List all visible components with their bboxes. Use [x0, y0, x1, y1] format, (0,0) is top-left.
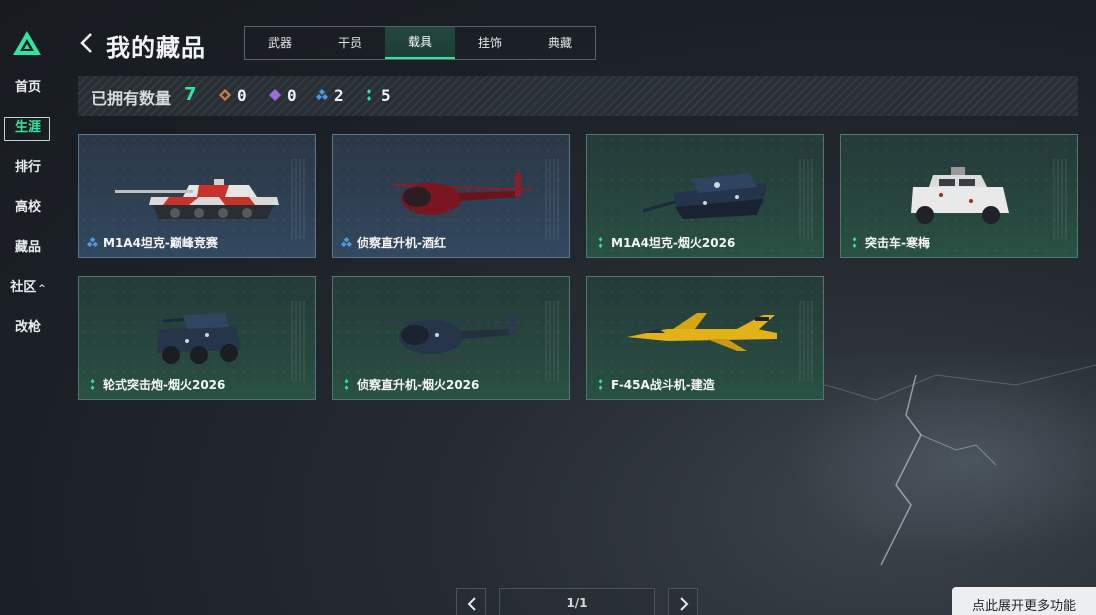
card-label: 轮式突击炮-烟火2026	[87, 376, 225, 393]
collection-card[interactable]: F-45A战斗机-建造	[586, 276, 824, 400]
card-label: M1A4坦克-巅峰竞赛	[87, 234, 218, 251]
sidebar-item-community-label: 社区	[10, 280, 37, 295]
card-label: 突击车-寒梅	[849, 234, 930, 251]
chevron-left-icon	[467, 597, 476, 611]
rarity-count-value: 5	[381, 85, 391, 105]
app-logo-icon[interactable]	[12, 30, 42, 56]
blue-diamond-icon	[341, 237, 352, 248]
tab-weapons[interactable]: 武器	[245, 27, 315, 59]
chevron-up-icon: ^	[38, 284, 46, 294]
card-name: 突击车-寒梅	[865, 236, 930, 250]
blue-diamond-icon	[316, 89, 328, 100]
red-white-tank-image	[109, 179, 279, 219]
owned-count-bar: 已拥有数量 7 0 0 2 5	[78, 76, 1078, 116]
expand-more-features-button[interactable]: 点此展开更多功能	[952, 587, 1096, 615]
card-name: M1A4坦克-烟火2026	[611, 236, 736, 250]
purple-diamond-icon	[269, 89, 281, 101]
rarity-count-purple: 0	[269, 84, 297, 106]
wine-red-helicopter-image	[392, 173, 534, 218]
tab-collectibles[interactable]: 典藏	[525, 27, 595, 59]
sidebar-item-university[interactable]: 高校	[0, 198, 56, 218]
fireworks-wheeled-assault-gun-image	[157, 313, 241, 364]
sidebar-item-ranking[interactable]: 排行	[0, 158, 56, 178]
yellow-fighter-jet-image	[627, 313, 777, 351]
owned-label: 已拥有数量	[91, 89, 172, 108]
green-diamond-icon	[598, 379, 603, 390]
collection-card[interactable]: 突击车-寒梅	[840, 134, 1078, 258]
sidebar-item-career[interactable]: 生涯	[0, 118, 56, 138]
rarity-count-blue: 2	[316, 84, 344, 106]
green-diamond-icon	[852, 237, 857, 248]
rarity-count-value: 2	[334, 85, 344, 105]
sidebar-item-gunsmith[interactable]: 改枪	[0, 318, 56, 338]
orange-diamond-icon	[219, 89, 231, 101]
collection-card[interactable]: 侦察直升机-烟火2026	[332, 276, 570, 400]
card-name: F-45A战斗机-建造	[611, 378, 715, 392]
green-diamond-icon	[90, 379, 95, 390]
page-indicator: 1/1	[499, 588, 655, 615]
tab-pendants[interactable]: 挂饰	[455, 27, 525, 59]
rarity-count-value: 0	[287, 85, 297, 105]
sidebar-item-collection[interactable]: 藏品	[0, 238, 56, 258]
green-diamond-icon	[598, 237, 603, 248]
owned-total: 7	[184, 84, 197, 105]
prev-page-button[interactable]	[456, 588, 486, 615]
tab-vehicles[interactable]: 载具	[385, 27, 455, 59]
rarity-count-orange: 0	[219, 84, 247, 106]
collection-card[interactable]: M1A4坦克-烟火2026	[586, 134, 824, 258]
card-label: 侦察直升机-酒红	[341, 234, 446, 251]
blue-diamond-icon	[87, 237, 98, 248]
navy-fireworks-tank-image	[642, 173, 767, 219]
card-name: 侦察直升机-烟火2026	[357, 378, 480, 392]
card-name: 侦察直升机-酒红	[357, 236, 446, 250]
next-page-button[interactable]	[668, 588, 698, 615]
sidebar: 首页 生涯 排行 高校 藏品 社区 ^ 改枪	[0, 0, 56, 615]
collection-card[interactable]: 轮式突击炮-烟火2026	[78, 276, 316, 400]
card-label: M1A4坦克-烟火2026	[595, 234, 735, 251]
white-plum-assault-vehicle-image	[911, 167, 1009, 224]
category-tabs: 武器 干员 载具 挂饰 典藏	[244, 26, 596, 60]
page-title: 我的藏品	[106, 34, 206, 62]
chevron-right-icon	[680, 597, 689, 611]
fireworks-helicopter-image	[382, 313, 524, 360]
green-diamond-icon	[367, 89, 371, 101]
sidebar-item-home[interactable]: 首页	[0, 78, 56, 98]
card-label: F-45A战斗机-建造	[595, 376, 715, 393]
back-arrow-icon[interactable]	[78, 32, 96, 54]
collection-card[interactable]: 侦察直升机-酒红	[332, 134, 570, 258]
card-name: M1A4坦克-巅峰竞赛	[103, 236, 218, 250]
rarity-count-value: 0	[237, 85, 247, 105]
sidebar-item-community[interactable]: 社区 ^	[0, 278, 56, 299]
card-label: 侦察直升机-烟火2026	[341, 376, 479, 393]
green-diamond-icon	[344, 379, 349, 390]
card-name: 轮式突击炮-烟火2026	[103, 378, 226, 392]
tab-operators[interactable]: 干员	[315, 27, 385, 59]
rarity-count-green: 5	[363, 84, 391, 106]
collection-card[interactable]: M1A4坦克-巅峰竞赛	[78, 134, 316, 258]
